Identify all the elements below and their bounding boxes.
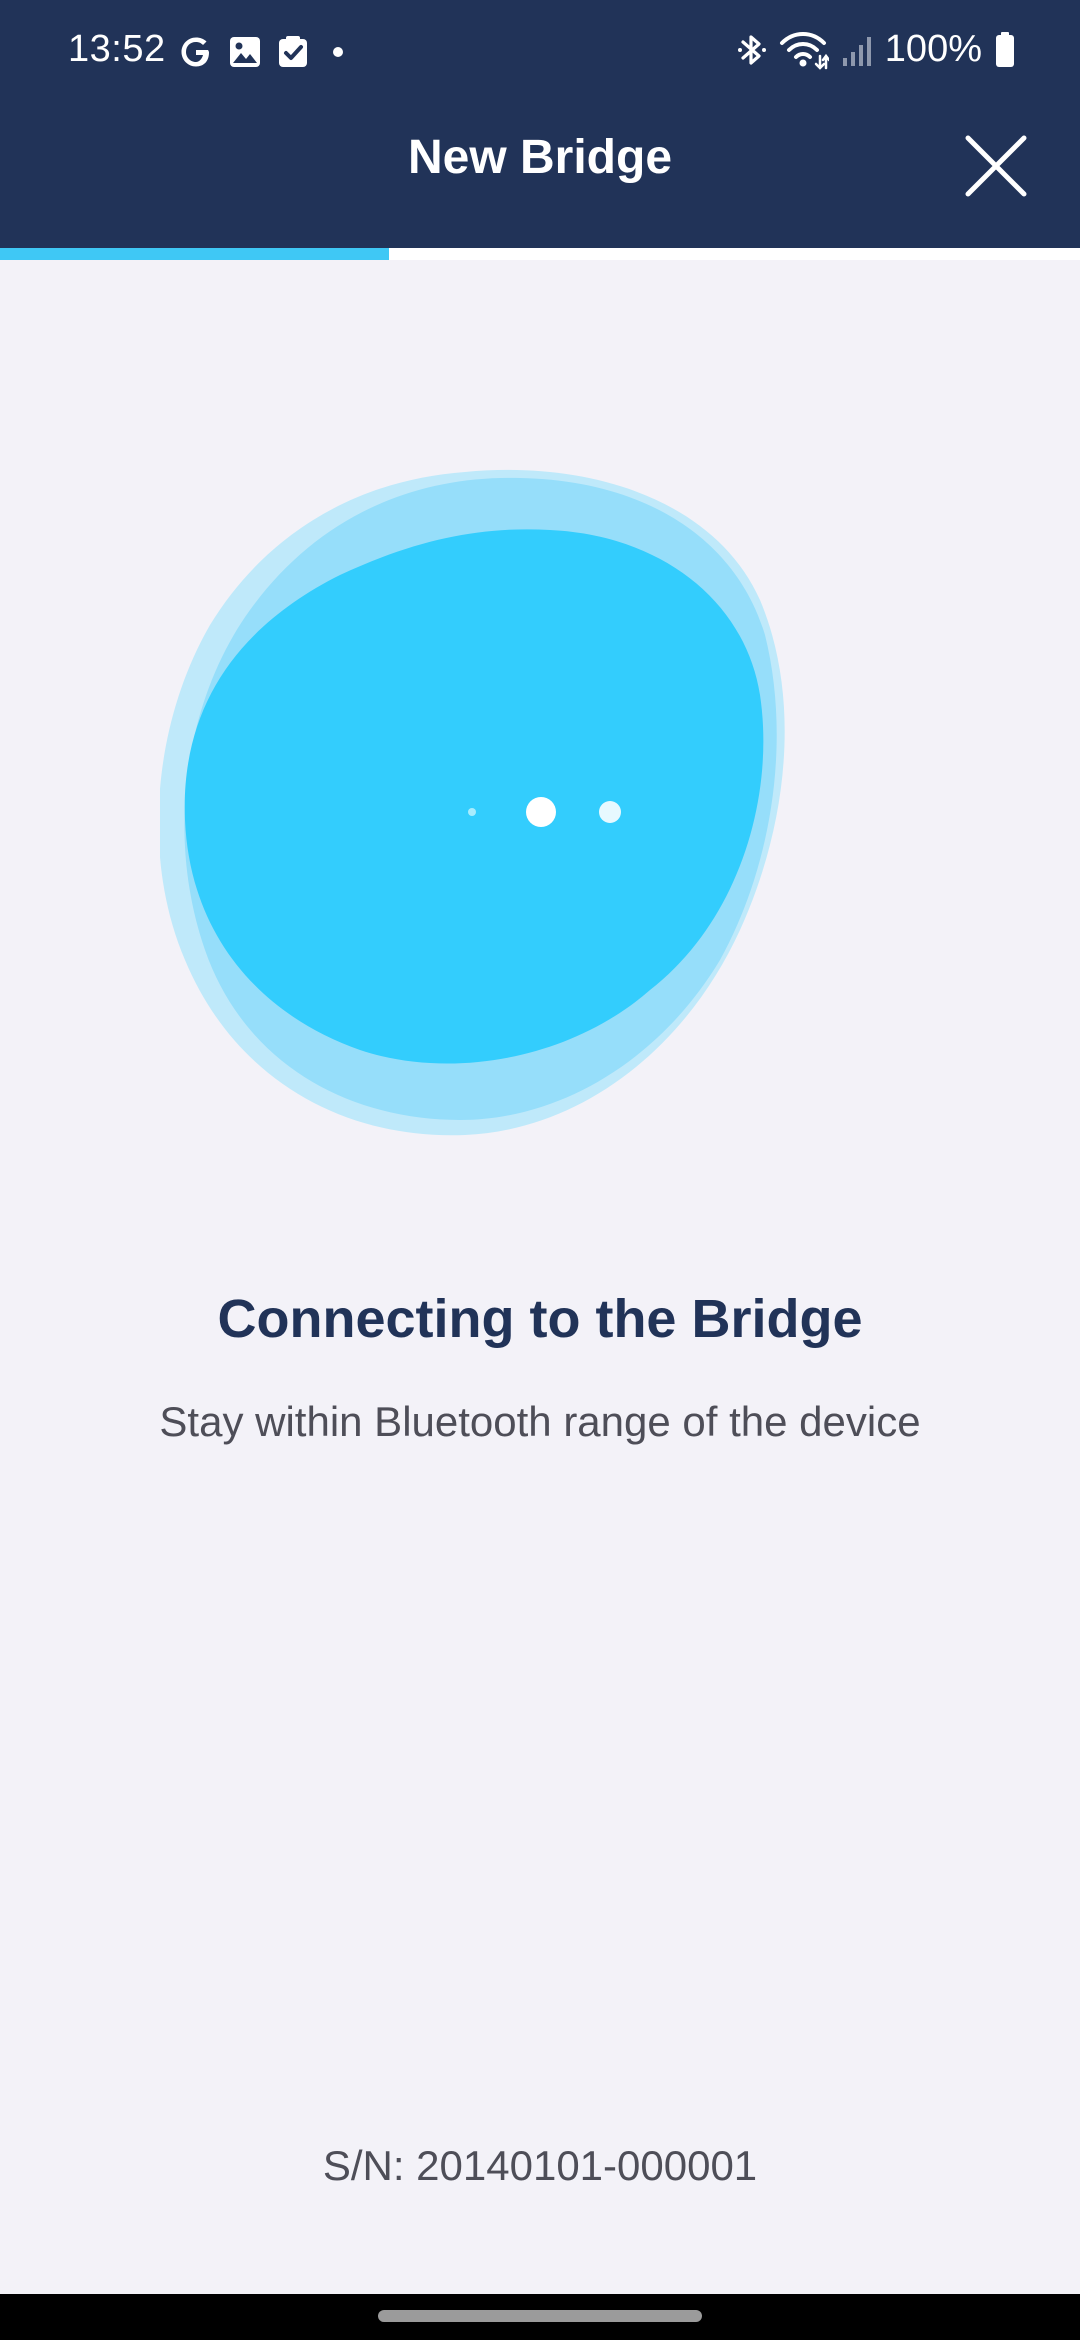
progress-bar-fill bbox=[0, 248, 389, 260]
status-time: 13:52 bbox=[68, 28, 166, 70]
progress-bar bbox=[0, 248, 1080, 260]
loading-dot-small bbox=[468, 808, 476, 816]
close-icon bbox=[965, 135, 1027, 197]
connecting-title: Connecting to the Bridge bbox=[217, 1289, 863, 1349]
header: 13:52 100% New Bridge bbox=[0, 0, 1080, 248]
status-bar: 13:52 100% bbox=[0, 0, 1080, 106]
close-button[interactable] bbox=[958, 128, 1034, 204]
bluetooth-icon bbox=[737, 34, 766, 65]
bridge-connecting-illustration bbox=[160, 469, 785, 1136]
serial-number: S/N: 20140101-000001 bbox=[322, 2142, 758, 2189]
battery-percentage: 100% bbox=[884, 28, 982, 70]
status-right: 100% bbox=[737, 28, 1016, 71]
loading-dot-large bbox=[526, 797, 556, 827]
app-bar-title: New Bridge bbox=[407, 131, 673, 184]
connecting-subtitle: Stay within Bluetooth range of the devic… bbox=[159, 1398, 921, 1445]
dot-icon bbox=[333, 47, 343, 57]
loading-dot-medium bbox=[599, 801, 621, 823]
checkbox-icon bbox=[279, 36, 307, 67]
google-icon bbox=[181, 37, 209, 67]
signal-icon bbox=[842, 36, 871, 66]
wifi-icon bbox=[779, 31, 829, 70]
status-left-icons bbox=[178, 34, 348, 70]
image-icon bbox=[230, 37, 260, 67]
battery-icon bbox=[996, 31, 1014, 67]
navigation-bar bbox=[0, 2294, 1080, 2340]
home-gesture-handle[interactable] bbox=[378, 2310, 702, 2322]
